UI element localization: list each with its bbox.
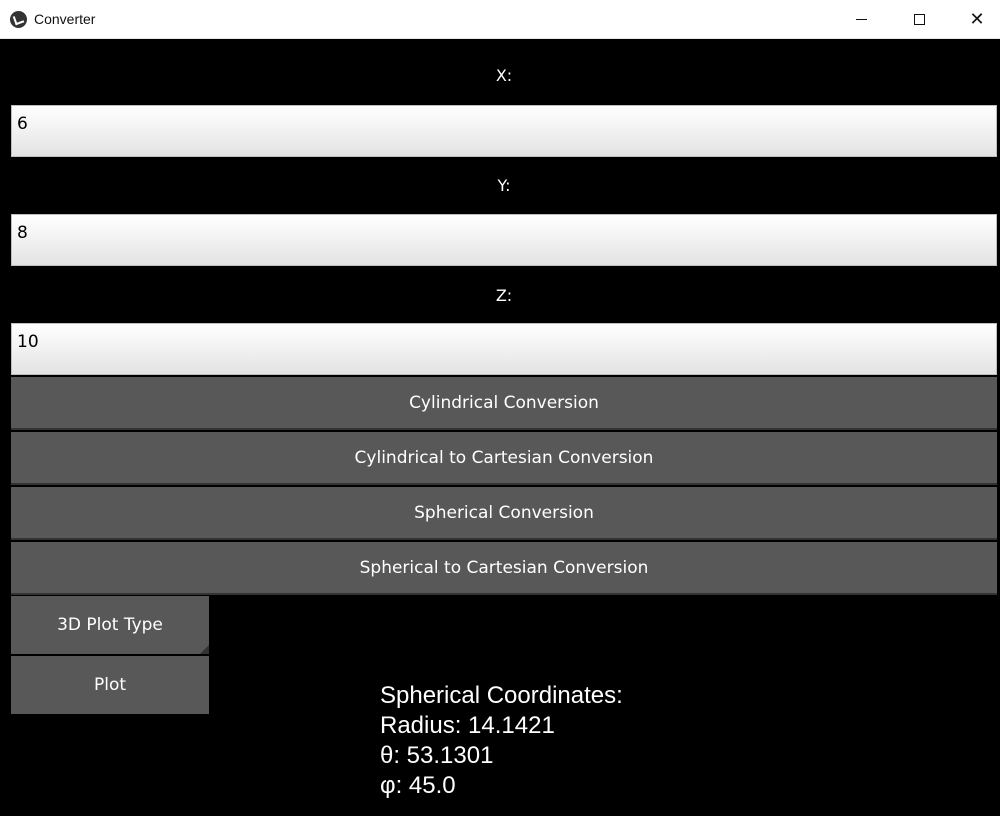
- cylindrical-to-cartesian-button[interactable]: Cylindrical to Cartesian Conversion: [11, 432, 997, 485]
- app-icon: [10, 11, 27, 28]
- y-input[interactable]: 8: [11, 214, 997, 266]
- plot-type-label: 3D Plot Type: [57, 615, 163, 635]
- maximize-icon: [913, 14, 925, 25]
- minimize-icon: [855, 19, 867, 20]
- result-theta: θ: 53.1301: [380, 742, 494, 769]
- maximize-button[interactable]: [890, 0, 948, 39]
- y-label: Y:: [497, 176, 511, 195]
- close-button[interactable]: ✕: [948, 0, 1000, 39]
- window-title: Converter: [34, 11, 96, 27]
- result-phi: φ: 45.0: [380, 772, 456, 799]
- close-icon: ✕: [969, 8, 985, 30]
- spherical-conversion-button[interactable]: Spherical Conversion: [11, 487, 997, 540]
- z-label: Z:: [495, 286, 513, 305]
- plot-button[interactable]: Plot: [11, 656, 209, 714]
- x-label: X:: [495, 66, 513, 85]
- x-input[interactable]: 6: [11, 105, 997, 157]
- cylindrical-conversion-button[interactable]: Cylindrical Conversion: [11, 377, 997, 430]
- minimize-button[interactable]: [832, 0, 890, 39]
- z-input[interactable]: 10: [11, 323, 997, 375]
- result-heading: Spherical Coordinates:: [380, 682, 623, 709]
- result-radius: Radius: 14.1421: [380, 712, 555, 739]
- dropdown-corner-icon: [200, 645, 209, 654]
- spherical-to-cartesian-button[interactable]: Spherical to Cartesian Conversion: [11, 542, 997, 595]
- title-bar: Converter ✕: [0, 0, 1000, 39]
- plot-type-dropdown[interactable]: 3D Plot Type: [11, 596, 209, 654]
